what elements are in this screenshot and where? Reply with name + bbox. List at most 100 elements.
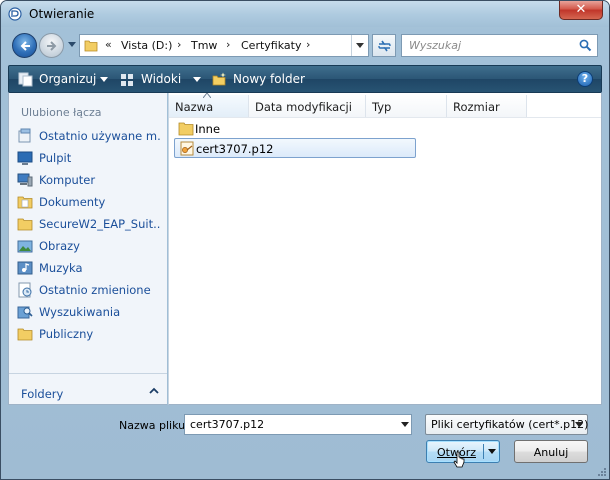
new-folder-label: Nowy folder xyxy=(233,72,305,86)
breadcrumb-tmw[interactable]: Tmw xyxy=(191,39,217,52)
views-label: Widoki xyxy=(141,72,182,86)
fav-label: Obrazy xyxy=(39,239,80,253)
file-name: cert3707.p12 xyxy=(196,142,274,156)
chevron-right-icon[interactable]: › xyxy=(226,38,230,51)
arrow-left-icon xyxy=(20,41,30,51)
title-bar[interactable]: Otwieranie ✕ xyxy=(1,1,609,27)
fav-label: SecureW2_EAP_Suit... xyxy=(39,217,161,231)
column-label: Rozmiar xyxy=(453,100,500,114)
column-header-type[interactable]: Typ xyxy=(366,95,447,117)
fav-label: Publiczny xyxy=(39,327,94,341)
chevron-down-icon xyxy=(100,77,108,82)
search-placeholder: Wyszukaj xyxy=(409,39,462,52)
fav-label: Muzyka xyxy=(39,261,83,275)
chevron-down-icon[interactable] xyxy=(401,422,409,427)
mouse-cursor-icon xyxy=(453,451,465,468)
address-bar[interactable]: « Vista (D:) › Tmw › Certyfikaty › xyxy=(79,34,369,57)
public-folder-icon xyxy=(17,328,33,341)
search-input[interactable]: Wyszukaj xyxy=(401,34,598,57)
fav-item-recently-changed[interactable]: Ostatnio zmienione xyxy=(9,279,167,301)
folder-icon xyxy=(84,40,98,52)
fav-label: Komputer xyxy=(39,173,96,187)
searches-icon xyxy=(17,306,33,319)
window-title: Otwieranie xyxy=(29,7,95,21)
views-icon xyxy=(121,74,133,86)
breadcrumb-overflow[interactable]: « xyxy=(105,38,112,51)
file-row-inne[interactable]: Inne xyxy=(174,119,254,139)
app-icon xyxy=(8,7,22,21)
fav-label: Ostatnio zmienione xyxy=(39,283,151,297)
search-icon[interactable] xyxy=(579,39,592,52)
desktop-icon xyxy=(17,151,33,165)
resize-grip-icon[interactable] xyxy=(597,467,607,477)
folders-toggle[interactable]: Foldery xyxy=(9,373,167,404)
fav-item-securew2[interactable]: SecureW2_EAP_Suit... xyxy=(9,213,167,235)
organize-icon xyxy=(18,72,33,87)
fav-label: Dokumenty xyxy=(39,195,106,209)
filename-field[interactable]: cert3707.p12 xyxy=(184,414,412,435)
favorite-links-pane: Ulubione łącza Ostatnio używane m... Pul… xyxy=(8,93,167,405)
computer-icon xyxy=(17,173,33,187)
recent-pages-dropdown-icon[interactable] xyxy=(67,41,77,49)
breadcrumb-certyfikaty[interactable]: Certyfikaty xyxy=(241,39,301,52)
refresh-icon xyxy=(378,40,391,52)
recently-changed-icon xyxy=(18,282,32,298)
breadcrumb-drive[interactable]: Vista (D:) xyxy=(121,39,172,52)
arrow-right-icon xyxy=(47,41,57,51)
close-button[interactable]: ✕ xyxy=(559,1,603,20)
chevron-right-icon[interactable]: › xyxy=(306,38,310,51)
chevron-down-icon xyxy=(575,422,583,427)
fav-item-documents[interactable]: Dokumenty xyxy=(9,191,167,213)
fav-item-desktop[interactable]: Pulpit xyxy=(9,147,167,169)
chevron-down-icon[interactable] xyxy=(488,449,496,454)
documents-folder-icon xyxy=(17,196,33,209)
header-divider xyxy=(169,117,601,118)
pictures-icon xyxy=(17,240,33,253)
chevron-down-icon xyxy=(193,77,201,82)
new-folder-icon xyxy=(212,72,226,86)
fav-item-computer[interactable]: Komputer xyxy=(9,169,167,191)
filetype-value: Pliki certyfikatów (cert*.p12) xyxy=(431,418,589,431)
sort-ascending-icon xyxy=(203,93,211,98)
folder-icon xyxy=(17,218,33,231)
column-label: Nazwa xyxy=(175,100,214,114)
organize-label: Organizuj xyxy=(39,72,97,86)
split-divider xyxy=(483,444,484,459)
certificate-file-icon xyxy=(180,141,194,156)
close-icon: ✕ xyxy=(575,2,587,17)
open-file-dialog: Otwieranie ✕ « Vista (D:) › Tmw › Certyf… xyxy=(0,0,610,480)
cancel-button[interactable]: Anuluj xyxy=(514,440,588,463)
column-header-size[interactable]: Rozmiar xyxy=(447,95,527,117)
folders-label: Foldery xyxy=(21,387,64,401)
fav-item-music[interactable]: Muzyka xyxy=(9,257,167,279)
back-button[interactable] xyxy=(12,33,37,58)
chevron-down-icon xyxy=(356,43,364,48)
column-label: Typ xyxy=(372,100,392,114)
fav-item-searches[interactable]: Wyszukiwania xyxy=(9,301,167,323)
filetype-select[interactable]: Pliki certyfikatów (cert*.p12) xyxy=(425,414,588,435)
fav-item-pictures[interactable]: Obrazy xyxy=(9,235,167,257)
fav-label: Wyszukiwania xyxy=(39,305,121,319)
recent-places-icon xyxy=(18,128,31,143)
folder-icon xyxy=(178,122,194,136)
cancel-label: Anuluj xyxy=(533,446,569,459)
fav-label: Ostatnio używane m... xyxy=(39,129,161,143)
new-folder-button[interactable]: Nowy folder xyxy=(211,66,311,92)
forward-button[interactable] xyxy=(39,33,64,58)
help-icon[interactable]: ? xyxy=(577,71,593,87)
column-header-name[interactable]: Nazwa xyxy=(169,93,249,117)
fav-label: Pulpit xyxy=(39,151,72,165)
file-name: Inne xyxy=(195,122,221,136)
column-header-date[interactable]: Data modyfikacji xyxy=(249,95,366,117)
music-icon xyxy=(17,261,33,275)
address-history-dropdown[interactable] xyxy=(351,35,368,56)
fav-item-recent-places[interactable]: Ostatnio używane m... xyxy=(9,125,167,147)
fav-item-public[interactable]: Publiczny xyxy=(9,323,167,345)
views-button[interactable]: Widoki xyxy=(117,66,203,92)
filename-label: Nazwa pliku: xyxy=(119,419,189,432)
file-list-pane: Nazwa Data modyfikacji Typ Rozmiar Inne … xyxy=(168,93,602,405)
refresh-button[interactable] xyxy=(372,34,396,57)
chevron-right-icon[interactable]: › xyxy=(177,38,181,51)
organize-button[interactable]: Organizuj xyxy=(15,66,109,92)
file-row-cert[interactable]: cert3707.p12 xyxy=(174,138,416,158)
